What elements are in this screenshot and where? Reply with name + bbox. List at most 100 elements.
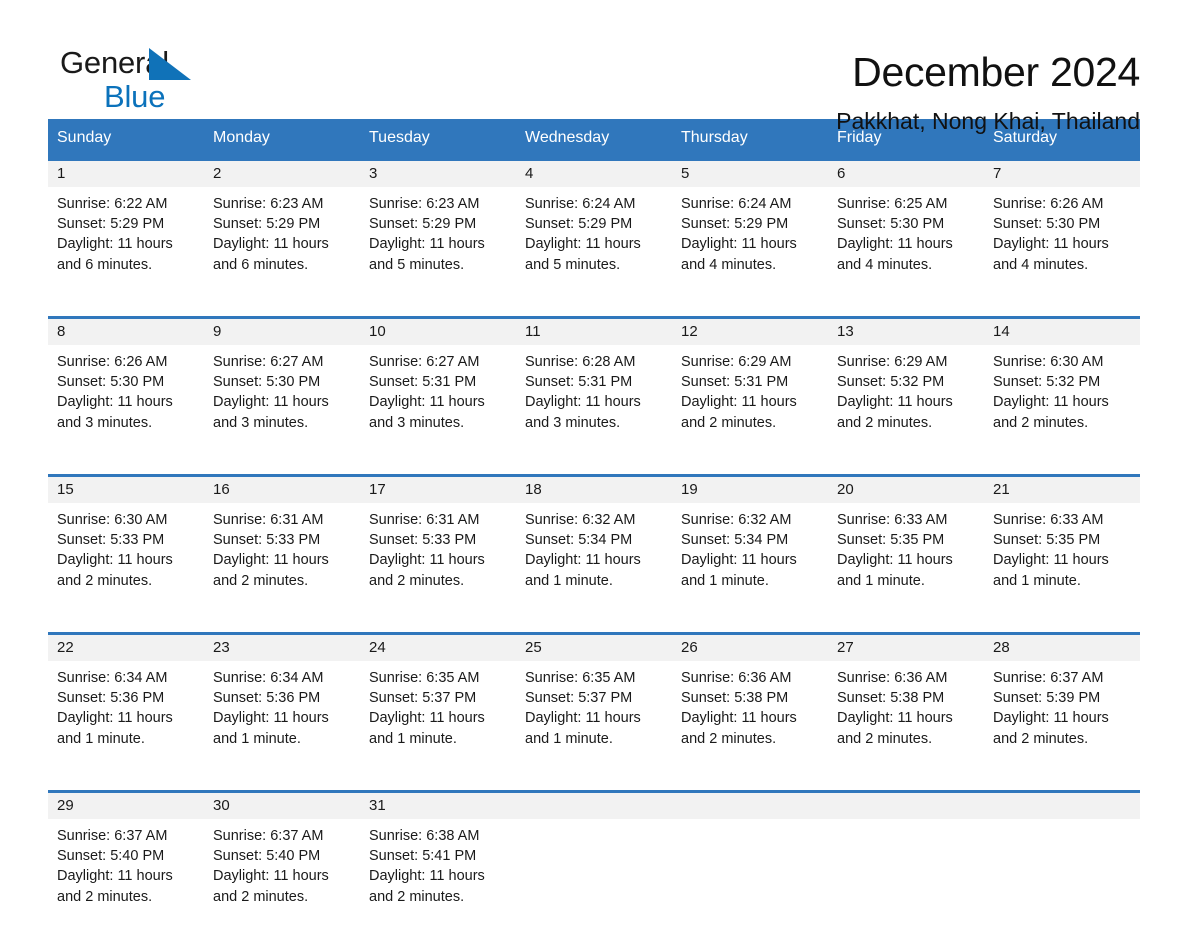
day-cell[interactable]: 19 Sunrise: 6:32 AM Sunset: 5:34 PM Dayl… — [672, 477, 828, 611]
day-cell[interactable]: 18 Sunrise: 6:32 AM Sunset: 5:34 PM Dayl… — [516, 477, 672, 611]
day-number-band: 5 — [672, 161, 828, 187]
day-cell[interactable]: 4 Sunrise: 6:24 AM Sunset: 5:29 PM Dayli… — [516, 161, 672, 295]
day-number-band: 8 — [48, 319, 204, 345]
sunset-text: Sunset: 5:29 PM — [213, 216, 321, 233]
sunset-text: Sunset: 5:38 PM — [837, 690, 945, 707]
brand-name-general: General — [60, 45, 169, 80]
calendar-grid: Sunday Monday Tuesday Wednesday Thursday… — [48, 119, 1140, 927]
day-number: 10 — [369, 323, 386, 340]
day-number: 28 — [993, 639, 1010, 656]
week-spacer — [48, 611, 1140, 632]
sunrise-text: Sunrise: 6:23 AM — [369, 196, 480, 212]
daylight-text: Daylight: 11 hours and 2 minutes. — [837, 394, 953, 431]
day-number-band: 13 — [828, 319, 984, 345]
day-number-band: 27 — [828, 635, 984, 661]
day-cell[interactable]: 6 Sunrise: 6:25 AM Sunset: 5:30 PM Dayli… — [828, 161, 984, 295]
day-info — [828, 819, 984, 927]
day-cell[interactable]: 22 Sunrise: 6:34 AM Sunset: 5:36 PM Dayl… — [48, 635, 204, 769]
day-cell[interactable]: 12 Sunrise: 6:29 AM Sunset: 5:31 PM Dayl… — [672, 319, 828, 453]
day-number: 2 — [213, 165, 222, 182]
day-cell[interactable]: 5 Sunrise: 6:24 AM Sunset: 5:29 PM Dayli… — [672, 161, 828, 295]
day-number: 22 — [57, 639, 74, 656]
sunrise-text: Sunrise: 6:34 AM — [213, 670, 324, 686]
daylight-text: Daylight: 11 hours and 1 minute. — [525, 552, 641, 589]
day-number: 30 — [213, 797, 230, 814]
day-cell[interactable]: 14 Sunrise: 6:30 AM Sunset: 5:32 PM Dayl… — [984, 319, 1140, 453]
day-number-band: 30 — [204, 793, 360, 819]
sunset-text: Sunset: 5:35 PM — [837, 532, 945, 549]
day-cell[interactable]: 10 Sunrise: 6:27 AM Sunset: 5:31 PM Dayl… — [360, 319, 516, 453]
day-cell[interactable]: 30 Sunrise: 6:37 AM Sunset: 5:40 PM Dayl… — [204, 793, 360, 927]
daylight-text: Daylight: 11 hours and 1 minute. — [57, 710, 173, 747]
generalblue-logo[interactable]: General Blue — [48, 46, 218, 122]
day-cell[interactable]: 17 Sunrise: 6:31 AM Sunset: 5:33 PM Dayl… — [360, 477, 516, 611]
day-info: Sunrise: 6:30 AM Sunset: 5:32 PM Dayligh… — [984, 345, 1140, 453]
day-info — [984, 819, 1140, 927]
day-cell[interactable]: 21 Sunrise: 6:33 AM Sunset: 5:35 PM Dayl… — [984, 477, 1140, 611]
sunset-text: Sunset: 5:39 PM — [993, 690, 1101, 707]
day-cell[interactable]: 27 Sunrise: 6:36 AM Sunset: 5:38 PM Dayl… — [828, 635, 984, 769]
sunrise-text: Sunrise: 6:30 AM — [57, 512, 168, 528]
day-info: Sunrise: 6:33 AM Sunset: 5:35 PM Dayligh… — [828, 503, 984, 611]
week-spacer — [48, 295, 1140, 316]
daylight-text: Daylight: 11 hours and 2 minutes. — [837, 710, 953, 747]
day-cell[interactable]: 11 Sunrise: 6:28 AM Sunset: 5:31 PM Dayl… — [516, 319, 672, 453]
day-number: 31 — [369, 797, 386, 814]
day-number: 16 — [213, 481, 230, 498]
day-cell[interactable]: 26 Sunrise: 6:36 AM Sunset: 5:38 PM Dayl… — [672, 635, 828, 769]
sunset-text: Sunset: 5:35 PM — [993, 532, 1101, 549]
sunrise-text: Sunrise: 6:24 AM — [681, 196, 792, 212]
day-cell-empty — [672, 793, 828, 927]
sunset-text: Sunset: 5:32 PM — [837, 374, 945, 391]
daylight-text: Daylight: 11 hours and 2 minutes. — [213, 552, 329, 589]
day-cell[interactable]: 25 Sunrise: 6:35 AM Sunset: 5:37 PM Dayl… — [516, 635, 672, 769]
day-info: Sunrise: 6:38 AM Sunset: 5:41 PM Dayligh… — [360, 819, 516, 927]
sunset-text: Sunset: 5:40 PM — [57, 848, 165, 865]
day-number: 4 — [525, 165, 534, 182]
daylight-text: Daylight: 11 hours and 2 minutes. — [369, 868, 485, 905]
day-cell[interactable]: 15 Sunrise: 6:30 AM Sunset: 5:33 PM Dayl… — [48, 477, 204, 611]
daylight-text: Daylight: 11 hours and 3 minutes. — [525, 394, 641, 431]
sunset-text: Sunset: 5:37 PM — [525, 690, 633, 707]
day-info: Sunrise: 6:31 AM Sunset: 5:33 PM Dayligh… — [204, 503, 360, 611]
daylight-text: Daylight: 11 hours and 5 minutes. — [525, 236, 641, 273]
day-cell[interactable]: 28 Sunrise: 6:37 AM Sunset: 5:39 PM Dayl… — [984, 635, 1140, 769]
day-cell[interactable]: 1 Sunrise: 6:22 AM Sunset: 5:29 PM Dayli… — [48, 161, 204, 295]
sunset-text: Sunset: 5:31 PM — [525, 374, 633, 391]
page-header: General Blue December 2024 Pakkhat, Nong… — [48, 0, 1140, 135]
day-number: 13 — [837, 323, 854, 340]
day-number-band: 15 — [48, 477, 204, 503]
sunrise-text: Sunrise: 6:22 AM — [57, 196, 168, 212]
day-cell[interactable]: 20 Sunrise: 6:33 AM Sunset: 5:35 PM Dayl… — [828, 477, 984, 611]
week-row: 22 Sunrise: 6:34 AM Sunset: 5:36 PM Dayl… — [48, 632, 1140, 769]
day-number-band: 16 — [204, 477, 360, 503]
sunrise-text: Sunrise: 6:38 AM — [369, 828, 480, 844]
day-cell[interactable]: 16 Sunrise: 6:31 AM Sunset: 5:33 PM Dayl… — [204, 477, 360, 611]
day-info: Sunrise: 6:27 AM Sunset: 5:30 PM Dayligh… — [204, 345, 360, 453]
day-cell[interactable]: 2 Sunrise: 6:23 AM Sunset: 5:29 PM Dayli… — [204, 161, 360, 295]
day-info: Sunrise: 6:35 AM Sunset: 5:37 PM Dayligh… — [516, 661, 672, 769]
day-cell[interactable]: 7 Sunrise: 6:26 AM Sunset: 5:30 PM Dayli… — [984, 161, 1140, 295]
daylight-text: Daylight: 11 hours and 6 minutes. — [57, 236, 173, 273]
day-cell[interactable]: 9 Sunrise: 6:27 AM Sunset: 5:30 PM Dayli… — [204, 319, 360, 453]
day-number-band — [828, 793, 984, 819]
day-cell[interactable]: 13 Sunrise: 6:29 AM Sunset: 5:32 PM Dayl… — [828, 319, 984, 453]
day-cell-empty — [828, 793, 984, 927]
sunset-text: Sunset: 5:33 PM — [213, 532, 321, 549]
sunset-text: Sunset: 5:34 PM — [681, 532, 789, 549]
sunset-text: Sunset: 5:31 PM — [369, 374, 477, 391]
day-info: Sunrise: 6:32 AM Sunset: 5:34 PM Dayligh… — [516, 503, 672, 611]
day-number-band: 17 — [360, 477, 516, 503]
day-info: Sunrise: 6:26 AM Sunset: 5:30 PM Dayligh… — [48, 345, 204, 453]
day-cell[interactable]: 8 Sunrise: 6:26 AM Sunset: 5:30 PM Dayli… — [48, 319, 204, 453]
sunrise-text: Sunrise: 6:33 AM — [993, 512, 1104, 528]
day-cell[interactable]: 3 Sunrise: 6:23 AM Sunset: 5:29 PM Dayli… — [360, 161, 516, 295]
sunrise-text: Sunrise: 6:29 AM — [837, 354, 948, 370]
day-cell[interactable]: 29 Sunrise: 6:37 AM Sunset: 5:40 PM Dayl… — [48, 793, 204, 927]
daylight-text: Daylight: 11 hours and 1 minute. — [681, 552, 797, 589]
sunset-text: Sunset: 5:33 PM — [369, 532, 477, 549]
day-cell[interactable]: 23 Sunrise: 6:34 AM Sunset: 5:36 PM Dayl… — [204, 635, 360, 769]
daylight-text: Daylight: 11 hours and 2 minutes. — [213, 868, 329, 905]
day-cell[interactable]: 24 Sunrise: 6:35 AM Sunset: 5:37 PM Dayl… — [360, 635, 516, 769]
day-cell[interactable]: 31 Sunrise: 6:38 AM Sunset: 5:41 PM Dayl… — [360, 793, 516, 927]
